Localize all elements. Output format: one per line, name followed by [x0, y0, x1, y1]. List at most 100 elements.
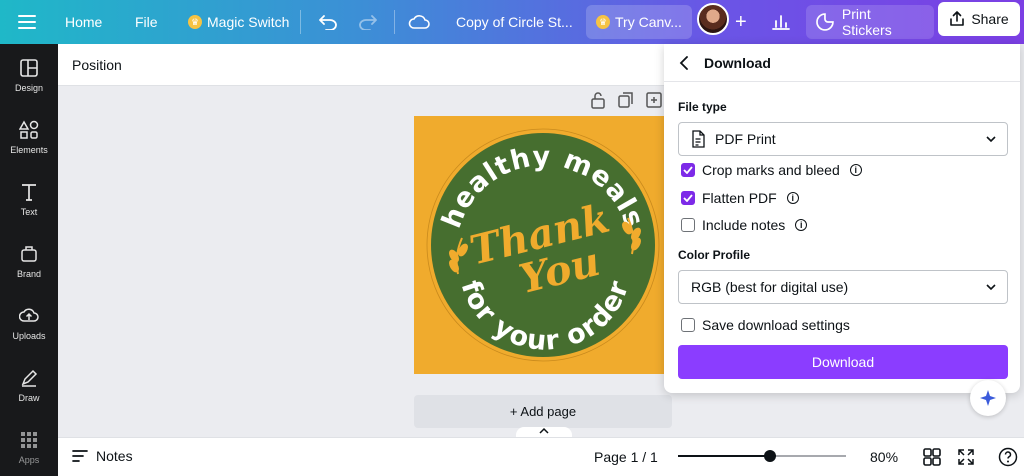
include-notes-option[interactable]: Include notes i	[681, 217, 808, 233]
text-icon	[22, 183, 36, 201]
lock-icon[interactable]	[588, 90, 608, 110]
divider	[394, 10, 395, 34]
notes-label: Notes	[96, 448, 133, 464]
print-stickers-label: Print Stickers	[841, 6, 892, 38]
home-button[interactable]: Home	[65, 0, 102, 44]
add-page-button[interactable]: + Add page	[414, 395, 672, 428]
sidebar-item-elements[interactable]: Elements	[0, 106, 58, 168]
download-panel: Download File type PDF Print Crop marks …	[664, 44, 1020, 393]
info-icon[interactable]: i	[795, 219, 808, 231]
zoom-slider-fill	[678, 455, 770, 457]
sidebar-item-label: Text	[20, 206, 38, 217]
magic-switch-button[interactable]: ♛ Magic Switch	[188, 0, 289, 44]
sidebar-item-draw[interactable]: Draw	[0, 354, 58, 416]
sticker-design: healthy meals for your order Thank You	[426, 128, 660, 362]
zoom-level[interactable]: 80%	[870, 449, 898, 465]
uploads-icon	[19, 307, 39, 322]
file-type-select[interactable]: PDF Print	[678, 122, 1008, 156]
panel-header: Download	[664, 44, 1020, 82]
design-icon	[20, 58, 38, 77]
document-icon	[692, 130, 705, 148]
document-title[interactable]: Copy of Circle St...	[456, 0, 573, 44]
file-type-value: PDF Print	[715, 131, 776, 147]
chevron-up-icon	[539, 427, 549, 434]
add-collaborator-icon[interactable]: +	[735, 0, 747, 44]
info-icon[interactable]: i	[849, 164, 862, 176]
position-button[interactable]: Position	[72, 57, 122, 73]
color-profile-select[interactable]: RGB (best for digital use)	[678, 270, 1008, 304]
sidebar-item-label: Draw	[18, 392, 40, 403]
flatten-pdf-label: Flatten PDF	[702, 190, 777, 206]
notes-icon	[72, 450, 88, 462]
print-stickers-button[interactable]: Print Stickers	[806, 5, 934, 39]
sidebar-item-label: Uploads	[12, 330, 46, 341]
color-profile-label: Color Profile	[678, 248, 751, 262]
context-toolbar: Position	[58, 44, 664, 86]
magic-switch-label: Magic Switch	[207, 14, 290, 30]
notes-button[interactable]: Notes	[72, 448, 133, 464]
crown-icon: ♛	[188, 15, 202, 29]
top-bar: Home File ♛ Magic Switch Copy of Circle …	[0, 0, 1024, 44]
save-settings-checkbox[interactable]	[681, 318, 695, 332]
zoom-slider-handle[interactable]	[764, 450, 776, 462]
crop-marks-checkbox[interactable]	[681, 163, 695, 177]
page-tools	[588, 90, 664, 110]
brand-icon	[21, 245, 37, 262]
sidebar-item-label: Brand	[16, 268, 42, 279]
bottom-bar: Notes Page 1 / 1 80%	[58, 437, 1024, 476]
sticker-icon	[816, 13, 834, 31]
chevron-down-icon	[986, 284, 996, 291]
sidebar-item-label: Elements	[10, 144, 48, 155]
crown-icon: ♛	[596, 15, 610, 29]
sidebar-item-label: Design	[14, 82, 43, 93]
redo-icon[interactable]	[358, 0, 378, 44]
undo-icon[interactable]	[318, 0, 338, 44]
download-button[interactable]: Download	[678, 345, 1008, 379]
divider	[300, 10, 301, 34]
file-menu-button[interactable]: File	[135, 0, 158, 44]
zoom-slider[interactable]	[678, 450, 846, 462]
grid-view-icon[interactable]	[922, 447, 942, 467]
include-notes-label: Include notes	[702, 217, 786, 233]
crop-marks-label: Crop marks and bleed	[702, 162, 840, 178]
info-icon[interactable]: i	[786, 192, 799, 204]
sidebar-item-text[interactable]: Text	[0, 168, 58, 230]
back-icon[interactable]	[664, 55, 704, 70]
fullscreen-icon[interactable]	[956, 447, 976, 467]
flatten-pdf-checkbox[interactable]	[681, 191, 695, 205]
design-page[interactable]: healthy meals for your order Thank You	[414, 116, 672, 374]
include-notes-checkbox[interactable]	[681, 218, 695, 232]
sidebar-item-label: Apps	[18, 454, 40, 465]
add-page-icon[interactable]	[644, 90, 664, 110]
help-icon[interactable]	[998, 447, 1018, 467]
sidebar-item-uploads[interactable]: Uploads	[0, 292, 58, 354]
menu-icon[interactable]	[18, 0, 36, 44]
crop-marks-option[interactable]: Crop marks and bleed i	[681, 162, 862, 178]
duplicate-icon[interactable]	[616, 90, 636, 110]
cloud-save-icon[interactable]	[408, 0, 430, 44]
flatten-pdf-option[interactable]: Flatten PDF i	[681, 190, 799, 206]
file-type-label: File type	[678, 100, 727, 114]
avatar[interactable]	[697, 3, 729, 35]
left-sidebar: Design Elements Text Brand Uploads Draw …	[0, 44, 58, 476]
try-canva-pro-button[interactable]: ♛ Try Canv...	[586, 5, 692, 39]
chevron-down-icon	[986, 136, 996, 143]
try-canva-label: Try Canv...	[615, 14, 682, 30]
page-indicator[interactable]: Page 1 / 1	[594, 449, 658, 465]
elements-icon	[19, 119, 39, 139]
panel-title: Download	[704, 54, 771, 71]
analytics-icon[interactable]	[772, 0, 790, 44]
color-profile-value: RGB (best for digital use)	[691, 279, 849, 295]
sidebar-item-design[interactable]: Design	[0, 44, 58, 106]
share-icon	[950, 11, 965, 26]
sparkle-icon	[980, 390, 996, 406]
draw-icon	[21, 369, 38, 387]
share-label: Share	[971, 11, 1009, 27]
sidebar-item-apps[interactable]: Apps	[0, 416, 58, 476]
save-settings-option[interactable]: Save download settings	[681, 317, 850, 333]
share-button[interactable]: Share	[938, 2, 1020, 36]
sidebar-item-brand[interactable]: Brand	[0, 230, 58, 292]
magic-assistant-button[interactable]	[970, 380, 1006, 416]
apps-icon	[21, 431, 37, 448]
save-settings-label: Save download settings	[702, 317, 850, 333]
